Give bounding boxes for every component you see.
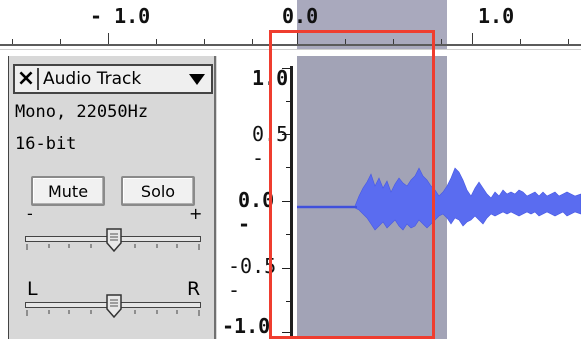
close-icon: ×	[16, 66, 36, 91]
track-name-label[interactable]: Audio Track	[39, 69, 189, 89]
gain-slider[interactable]: - +	[25, 204, 202, 256]
ruler-tick	[60, 39, 61, 44]
ruler-label-one: 1.0	[478, 4, 515, 28]
ruler-tick	[568, 39, 569, 44]
gain-minus-label: -	[27, 204, 33, 223]
amplitude-label-bottom: -1.0	[222, 314, 271, 338]
solo-button[interactable]: Solo	[121, 176, 195, 206]
ruler-tick	[156, 39, 157, 44]
pan-slider[interactable]: L R	[25, 278, 201, 322]
gain-plus-label: +	[189, 204, 203, 223]
ruler-tick	[204, 39, 205, 44]
ruler-label-minus-one: - 1.0	[90, 4, 151, 28]
track-title-bar[interactable]: × Audio Track	[13, 64, 213, 94]
track-menu-dropdown-icon[interactable]	[189, 73, 205, 85]
pan-right-label: R	[187, 278, 201, 300]
ruler-label-zero: 0.0	[282, 4, 319, 28]
track-control-panel: × Audio Track Mono, 22050Hz 16-bit Mute …	[8, 56, 217, 339]
close-track-button[interactable]: ×	[15, 68, 39, 90]
ruler-tick	[472, 33, 473, 44]
track-format-bits: 16-bit	[15, 134, 77, 154]
selection-highlight-box	[269, 30, 435, 339]
ruler-tick	[520, 39, 521, 44]
ruler-tick	[12, 39, 13, 44]
gain-slider-thumb[interactable]	[105, 228, 123, 252]
ruler-tick	[252, 39, 253, 44]
mute-button[interactable]: Mute	[31, 176, 105, 206]
pan-left-label: L	[27, 278, 38, 300]
track-format-rate: Mono, 22050Hz	[15, 102, 149, 122]
ruler-tick	[108, 33, 109, 44]
pan-slider-thumb[interactable]	[105, 294, 123, 318]
ruler-tick	[441, 39, 442, 44]
